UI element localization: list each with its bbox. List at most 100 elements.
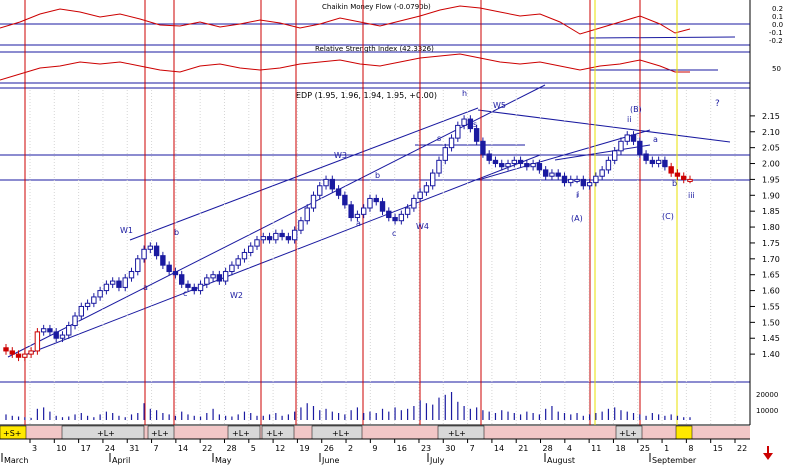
month-label: September <box>652 456 697 465</box>
candle-body <box>185 283 191 288</box>
day-tick-label: 9 <box>372 444 377 453</box>
candle-body <box>216 274 223 282</box>
candle-body <box>147 245 154 250</box>
day-tick-label: 12 <box>275 444 285 453</box>
day-tick-label: 8 <box>688 444 693 453</box>
candle-body <box>241 251 248 260</box>
candle-body <box>160 255 166 266</box>
wave-label: b <box>375 171 380 180</box>
wave-label: b <box>174 228 179 237</box>
price-tick-label: 1.90 <box>762 191 780 200</box>
day-tick-label: 4 <box>567 444 572 453</box>
candle-body <box>122 277 128 288</box>
candle-body <box>480 140 486 155</box>
wave-label: c <box>392 229 396 238</box>
candle-body <box>511 159 517 165</box>
candle-body <box>116 280 122 288</box>
wave-label: c <box>183 289 187 298</box>
day-tick-label: 17 <box>81 444 91 453</box>
price-tick-label: 1.40 <box>762 350 780 359</box>
candle-body <box>442 147 448 161</box>
month-label: March <box>4 456 28 465</box>
candle-body <box>235 258 241 266</box>
candle-body <box>423 185 430 193</box>
day-tick-label: 16 <box>397 444 407 453</box>
price-tick-label: 1.65 <box>762 271 780 280</box>
candle-body <box>461 118 467 126</box>
day-tick-label: 26 <box>324 444 334 453</box>
wave-label: iii <box>688 191 695 200</box>
candle-body <box>210 274 216 279</box>
price-title: EDP (1.95, 1.96, 1.94, 1.95, +0.00) <box>296 91 437 100</box>
candle-body <box>561 175 568 184</box>
candle-body <box>103 283 110 292</box>
wave-label: ii <box>627 115 631 124</box>
price-tick-label: 1.45 <box>762 334 780 343</box>
day-tick-label: 21 <box>518 444 528 453</box>
candle-body <box>417 191 423 199</box>
candle-body <box>47 328 53 333</box>
day-tick-label: 10 <box>56 444 66 453</box>
candle-body <box>492 159 499 165</box>
price-tick-label: 1.50 <box>762 318 780 327</box>
candle-body <box>411 197 417 209</box>
price-tick-label: 2.05 <box>762 144 780 153</box>
rsi-title: Relative Strength Index (42.3326) <box>315 45 434 53</box>
day-tick-label: 14 <box>178 444 188 453</box>
question-marker: ? <box>715 99 720 109</box>
candle-body <box>109 280 116 285</box>
day-tick-label: 1 <box>664 444 669 453</box>
price-tick-label: 1.60 <box>762 287 780 296</box>
price-tick-label: 2.10 <box>762 128 780 137</box>
candle-body <box>655 159 662 165</box>
candle-body <box>618 140 624 152</box>
wave-label: a <box>653 135 658 144</box>
candle-body <box>611 150 618 161</box>
candle-body <box>329 178 336 190</box>
candle-body <box>285 236 292 241</box>
candle-body <box>128 271 135 279</box>
price-tick-label: 1.80 <box>762 223 780 232</box>
candle-body <box>323 178 329 187</box>
cmf-title: Chaikin Money Flow (-0.0790b) <box>322 3 431 11</box>
cmf-tick-1: 0.1 <box>772 13 783 21</box>
candle-body <box>580 178 587 187</box>
candle-body <box>386 210 392 219</box>
wave-label: i <box>577 190 579 199</box>
candle-body <box>72 315 78 327</box>
day-tick-label: 22 <box>202 444 212 453</box>
day-tick-label: 30 <box>445 444 455 453</box>
day-tick-label: 7 <box>470 444 475 453</box>
candle-body <box>486 153 492 161</box>
candle-body <box>586 182 593 187</box>
candle-body <box>379 201 386 212</box>
month-label: July <box>429 456 445 465</box>
signal-label: +L+ <box>97 429 115 438</box>
candle-body <box>40 328 47 333</box>
candle-body <box>373 197 379 203</box>
candle-body <box>222 271 229 282</box>
candle-body <box>135 258 141 273</box>
volume-tick-0: 20000 <box>756 391 778 399</box>
candle-body <box>273 232 279 241</box>
price-tick-label: 2.00 <box>762 160 780 169</box>
signal-label: +L+ <box>232 429 250 438</box>
day-tick-label: 14 <box>494 444 504 453</box>
candle-body <box>66 325 72 336</box>
wave-label: (B) <box>630 105 642 114</box>
day-tick-label: 19 <box>299 444 309 453</box>
candle-body <box>392 217 398 222</box>
candle-body <box>304 207 310 222</box>
volume-tick-1: 10000 <box>756 407 778 415</box>
day-tick-label: 24 <box>105 444 115 453</box>
candle-body <box>172 271 179 276</box>
day-tick-label: 7 <box>154 444 159 453</box>
candle-body <box>674 172 681 177</box>
candle-body <box>404 207 411 215</box>
candle-body <box>649 159 656 165</box>
day-tick-label: 15 <box>713 444 723 453</box>
candle-body <box>599 169 605 177</box>
candle-body <box>22 353 28 358</box>
candle-body <box>204 277 210 285</box>
candle-body <box>179 274 185 285</box>
